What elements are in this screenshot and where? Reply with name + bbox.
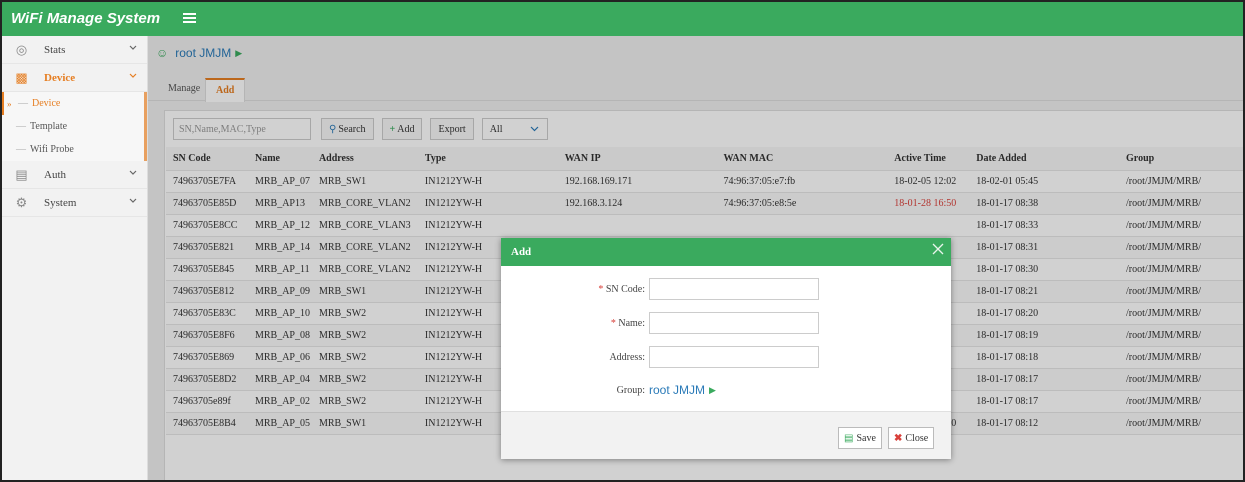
add-device-dialog: Add * SN Code: * Name: Address: Group: r… xyxy=(501,238,951,459)
close-icon: ✖ xyxy=(894,432,903,444)
device-icon: ▩ xyxy=(15,69,28,85)
group-org: JMJM xyxy=(673,383,706,397)
sidebar-item-auth[interactable]: ▤ Auth xyxy=(2,161,147,189)
top-bar: WiFi Manage System xyxy=(2,2,1243,36)
group-row: Group: root JMJM ▶ xyxy=(501,383,716,397)
close-icon[interactable] xyxy=(931,242,945,256)
sn-code-label: SN Code: xyxy=(605,283,645,295)
save-icon: ▤ xyxy=(844,432,854,444)
sidebar-subitem-label: Template xyxy=(30,121,68,132)
sn-code-input[interactable] xyxy=(649,278,819,300)
sidebar-item-stats[interactable]: ◎ Stats xyxy=(2,36,147,64)
sidebar-subitem-label: Wifi Probe xyxy=(30,144,74,155)
name-label: Name: xyxy=(618,317,645,329)
chevron-down-icon xyxy=(129,45,137,50)
name-row: * Name: xyxy=(501,312,819,334)
sidebar-subitem-device[interactable]: » — Device xyxy=(2,92,144,115)
save-button[interactable]: ▤ Save xyxy=(838,427,882,449)
sidebar-item-device[interactable]: ▩ Device xyxy=(2,64,147,92)
stats-icon: ◎ xyxy=(15,41,28,57)
sn-code-row: * SN Code: xyxy=(501,278,819,300)
address-row: Address: xyxy=(501,346,819,368)
system-icon: ⚙ xyxy=(15,194,28,210)
sidebar-subitem-label: Device xyxy=(32,98,61,109)
app-window: WiFi Manage System ◎ Stats ▩ Device » — … xyxy=(0,0,1245,482)
group-label: Group: xyxy=(616,384,645,396)
name-input[interactable] xyxy=(649,312,819,334)
save-button-label: Save xyxy=(856,432,876,444)
sidebar: ◎ Stats ▩ Device » — Device — Template —… xyxy=(2,36,148,480)
sidebar-item-label: Device xyxy=(44,71,76,84)
dialog-footer: ▤ Save ✖ Close xyxy=(501,411,951,459)
menu-toggle-icon[interactable] xyxy=(183,13,196,24)
close-button-label: Close xyxy=(905,432,929,444)
app-title: WiFi Manage System xyxy=(11,10,161,27)
auth-icon: ▤ xyxy=(15,166,28,182)
address-input[interactable] xyxy=(649,346,819,368)
dialog-title: Add xyxy=(511,246,532,258)
sidebar-subitem-template[interactable]: — Template xyxy=(2,115,144,138)
chevron-down-icon xyxy=(129,198,137,203)
sidebar-item-label: Stats xyxy=(44,43,66,56)
sidebar-subitem-wifi-probe[interactable]: — Wifi Probe xyxy=(2,138,144,161)
sidebar-item-label: Auth xyxy=(44,168,66,181)
close-button[interactable]: ✖ Close xyxy=(888,427,935,449)
chevron-down-icon xyxy=(129,73,137,78)
current-marker-icon: » xyxy=(7,98,12,109)
address-label: Address: xyxy=(609,351,645,363)
group-selector[interactable]: root JMJM ▶ xyxy=(649,383,716,397)
sidebar-item-system[interactable]: ⚙ System xyxy=(2,189,147,217)
caret-right-icon: ▶ xyxy=(709,384,716,395)
group-root: root xyxy=(649,383,670,397)
dialog-header: Add xyxy=(501,238,951,266)
sidebar-item-label: System xyxy=(44,196,77,209)
device-submenu: » — Device — Template — Wifi Probe xyxy=(2,92,147,161)
chevron-down-icon xyxy=(129,170,137,175)
